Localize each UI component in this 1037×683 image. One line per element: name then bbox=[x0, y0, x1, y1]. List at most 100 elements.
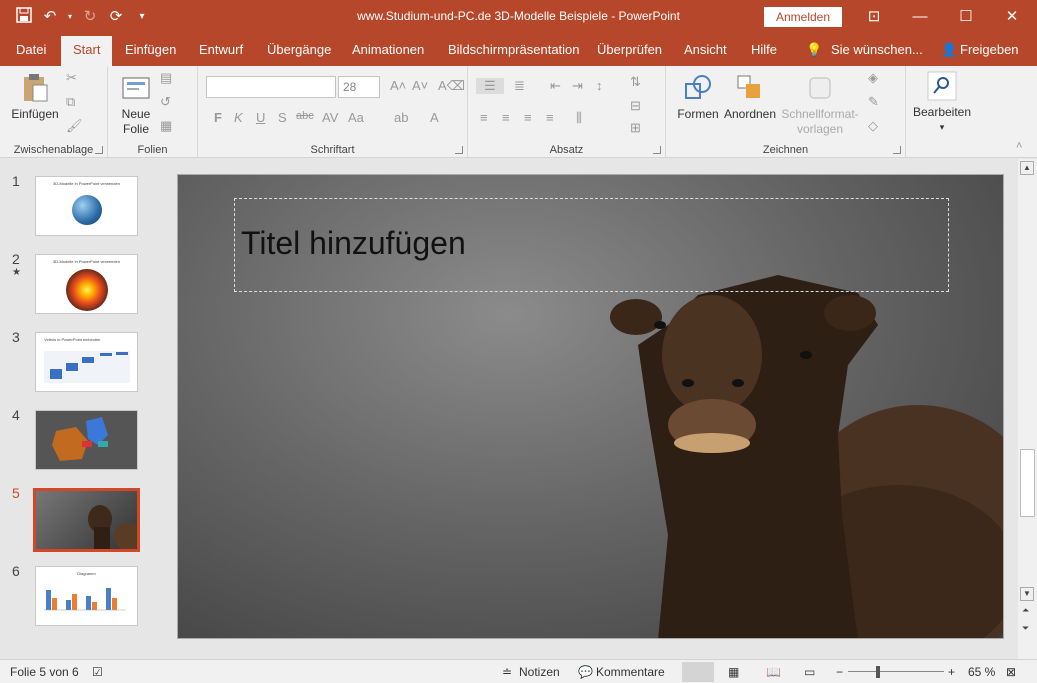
font-size-input[interactable]: 28 bbox=[338, 76, 380, 98]
collapse-ribbon-icon[interactable]: ˄ bbox=[1016, 140, 1022, 152]
cut-icon[interactable]: ✂ bbox=[66, 70, 77, 86]
clear-format-icon[interactable]: A⌫ bbox=[438, 78, 465, 94]
scroll-thumb[interactable] bbox=[1020, 449, 1035, 517]
font-color-icon[interactable]: A bbox=[430, 110, 439, 125]
tab-uebergaenge[interactable]: Übergänge bbox=[267, 42, 331, 57]
increase-font-icon[interactable]: A˄ bbox=[390, 78, 406, 93]
present-from-start-icon[interactable]: ⟳ bbox=[106, 7, 126, 27]
minimize-icon[interactable]: — bbox=[897, 0, 943, 34]
shape-fill-icon[interactable]: ◈ bbox=[868, 70, 878, 86]
tab-hilfe[interactable]: Hilfe bbox=[751, 42, 777, 57]
vertical-scrollbar[interactable]: ▲ ▼ ⏶ ⏷ bbox=[1018, 159, 1037, 659]
spellcheck-icon[interactable]: ☑ bbox=[92, 665, 103, 679]
tab-datei[interactable]: Datei bbox=[16, 42, 46, 57]
close-icon[interactable]: ✕ bbox=[989, 0, 1035, 34]
scroll-down-icon[interactable]: ▼ bbox=[1020, 587, 1034, 601]
group-paragraph: ☰ ≣ ⇤ ⇥ ↕ ⇅ ≡ ≡ ≡ ≡ ⫼ ⊟ ⊞ Absatz bbox=[468, 66, 666, 158]
slide-thumbnail-1[interactable]: 3D-Modelle in PowerPoint verwenden bbox=[35, 176, 138, 236]
slide-sorter-icon[interactable]: ▦ bbox=[728, 665, 739, 679]
tell-me-search[interactable]: Sie wünschen... bbox=[831, 42, 923, 57]
ribbon-display-icon[interactable]: ⊡ bbox=[851, 0, 897, 34]
notes-button[interactable]: Notizen bbox=[519, 665, 560, 679]
zoom-out-icon[interactable]: − bbox=[836, 665, 843, 679]
layout-icon[interactable]: ▤ bbox=[160, 70, 172, 86]
shadow-button[interactable]: S bbox=[278, 110, 287, 125]
smartart-icon[interactable]: ⊞ bbox=[630, 120, 641, 136]
zoom-slider[interactable] bbox=[848, 671, 944, 672]
underline-button[interactable]: U bbox=[256, 110, 265, 125]
font-launcher-icon[interactable] bbox=[455, 146, 463, 154]
shape-outline-icon[interactable]: ✎ bbox=[868, 94, 879, 110]
char-spacing-icon[interactable]: AV bbox=[322, 110, 338, 125]
line-spacing-icon[interactable]: ↕ bbox=[596, 78, 603, 93]
columns-icon[interactable]: ⫼ bbox=[576, 110, 582, 126]
slide-thumbnail-2[interactable]: 3D-Modelle in PowerPoint verwenden bbox=[35, 254, 138, 314]
zoom-level[interactable]: 65 % bbox=[968, 665, 995, 679]
tab-start[interactable]: Start bbox=[61, 36, 113, 66]
tab-animationen[interactable]: Animationen bbox=[352, 42, 424, 57]
align-text-icon[interactable]: ⊟ bbox=[630, 98, 641, 114]
align-right-icon[interactable]: ≡ bbox=[524, 110, 532, 125]
strikethrough-button[interactable]: abc bbox=[296, 110, 314, 122]
drawing-launcher-icon[interactable] bbox=[893, 146, 901, 154]
zoom-slider-thumb[interactable] bbox=[876, 666, 880, 678]
previous-slide-icon[interactable]: ⏶ bbox=[1022, 605, 1029, 616]
tab-ansicht[interactable]: Ansicht bbox=[684, 42, 727, 57]
slide-canvas[interactable]: Titel hinzufügen bbox=[177, 174, 1004, 639]
font-name-input[interactable] bbox=[206, 76, 336, 98]
comments-button[interactable]: Kommentare bbox=[596, 665, 665, 679]
share-button[interactable]: Freigeben bbox=[960, 42, 1019, 57]
reset-icon[interactable]: ↺ bbox=[160, 94, 171, 110]
undo-dropdown-icon[interactable]: ▾ bbox=[66, 7, 74, 27]
scroll-up-icon[interactable]: ▲ bbox=[1020, 161, 1034, 175]
new-slide-button[interactable]: Neue Folie bbox=[114, 72, 158, 137]
paragraph-launcher-icon[interactable] bbox=[653, 146, 661, 154]
next-slide-icon[interactable]: ⏷ bbox=[1022, 623, 1029, 634]
maximize-icon[interactable]: ☐ bbox=[943, 0, 989, 34]
tab-ueberpruefen[interactable]: Überprüfen bbox=[597, 42, 662, 57]
align-center-icon[interactable]: ≡ bbox=[502, 110, 510, 125]
arrange-button[interactable]: Anordnen bbox=[722, 72, 778, 122]
slide-thumbnail-3[interactable]: Videos in PowerPoint einbinden bbox=[35, 332, 138, 392]
slideshow-icon[interactable]: ▭ bbox=[804, 665, 815, 679]
section-icon[interactable]: ▦ bbox=[160, 118, 172, 134]
decrease-indent-icon[interactable]: ⇤ bbox=[550, 78, 561, 94]
increase-indent-icon[interactable]: ⇥ bbox=[572, 78, 583, 94]
paste-button[interactable]: Einfügen bbox=[8, 72, 62, 122]
slide-thumbnail-5[interactable] bbox=[33, 488, 140, 552]
zoom-in-icon[interactable]: + bbox=[948, 665, 955, 679]
highlight-icon[interactable]: ab bbox=[394, 110, 408, 125]
customize-qat-icon[interactable]: ▾ bbox=[132, 7, 152, 27]
bold-button[interactable]: F bbox=[214, 110, 222, 125]
shape-effects-icon[interactable]: ◇ bbox=[868, 118, 878, 134]
justify-icon[interactable]: ≡ bbox=[546, 110, 554, 125]
numbering-icon[interactable]: ≣ bbox=[514, 78, 525, 94]
italic-button[interactable]: K bbox=[234, 110, 243, 125]
change-case-icon[interactable]: Aa bbox=[348, 110, 364, 125]
fit-to-window-icon[interactable]: ⊠ bbox=[1006, 665, 1016, 679]
slide-thumbnail-4[interactable] bbox=[35, 410, 138, 470]
editing-button[interactable]: Bearbeiten ▾ bbox=[912, 70, 972, 135]
quick-styles-button[interactable]: Schnellformat- vorlagen bbox=[778, 72, 862, 137]
tab-einfuegen[interactable]: Einfügen bbox=[125, 42, 176, 57]
save-icon[interactable] bbox=[14, 7, 34, 27]
tab-bildschirmpraesentation[interactable]: Bildschirmpräsentation bbox=[448, 42, 580, 57]
text-direction-icon[interactable]: ⇅ bbox=[630, 74, 641, 90]
thumbnail-chart bbox=[44, 351, 130, 383]
shapes-button[interactable]: Formen bbox=[674, 72, 722, 122]
copy-icon[interactable]: ⧉ bbox=[66, 94, 75, 110]
slide-thumbnail-6[interactable]: Diagramm bbox=[35, 566, 138, 626]
redo-icon[interactable]: ↻ bbox=[80, 7, 100, 27]
signin-button[interactable]: Anmelden bbox=[764, 7, 842, 27]
format-painter-icon[interactable]: 🖌 bbox=[66, 118, 83, 134]
bullets-icon[interactable]: ☰ bbox=[476, 78, 504, 94]
tab-entwurf[interactable]: Entwurf bbox=[199, 42, 243, 57]
align-left-icon[interactable]: ≡ bbox=[480, 110, 488, 125]
decrease-font-icon[interactable]: A˅ bbox=[412, 78, 428, 93]
title-placeholder[interactable]: Titel hinzufügen bbox=[234, 198, 949, 292]
reading-view-icon[interactable]: 📖 bbox=[766, 665, 781, 679]
clipboard-launcher-icon[interactable] bbox=[95, 146, 103, 154]
undo-icon[interactable]: ↶ bbox=[40, 7, 60, 27]
normal-view-icon[interactable] bbox=[682, 662, 714, 682]
quick-access-toolbar: ↶ ▾ ↻ ⟳ ▾ bbox=[14, 7, 152, 27]
